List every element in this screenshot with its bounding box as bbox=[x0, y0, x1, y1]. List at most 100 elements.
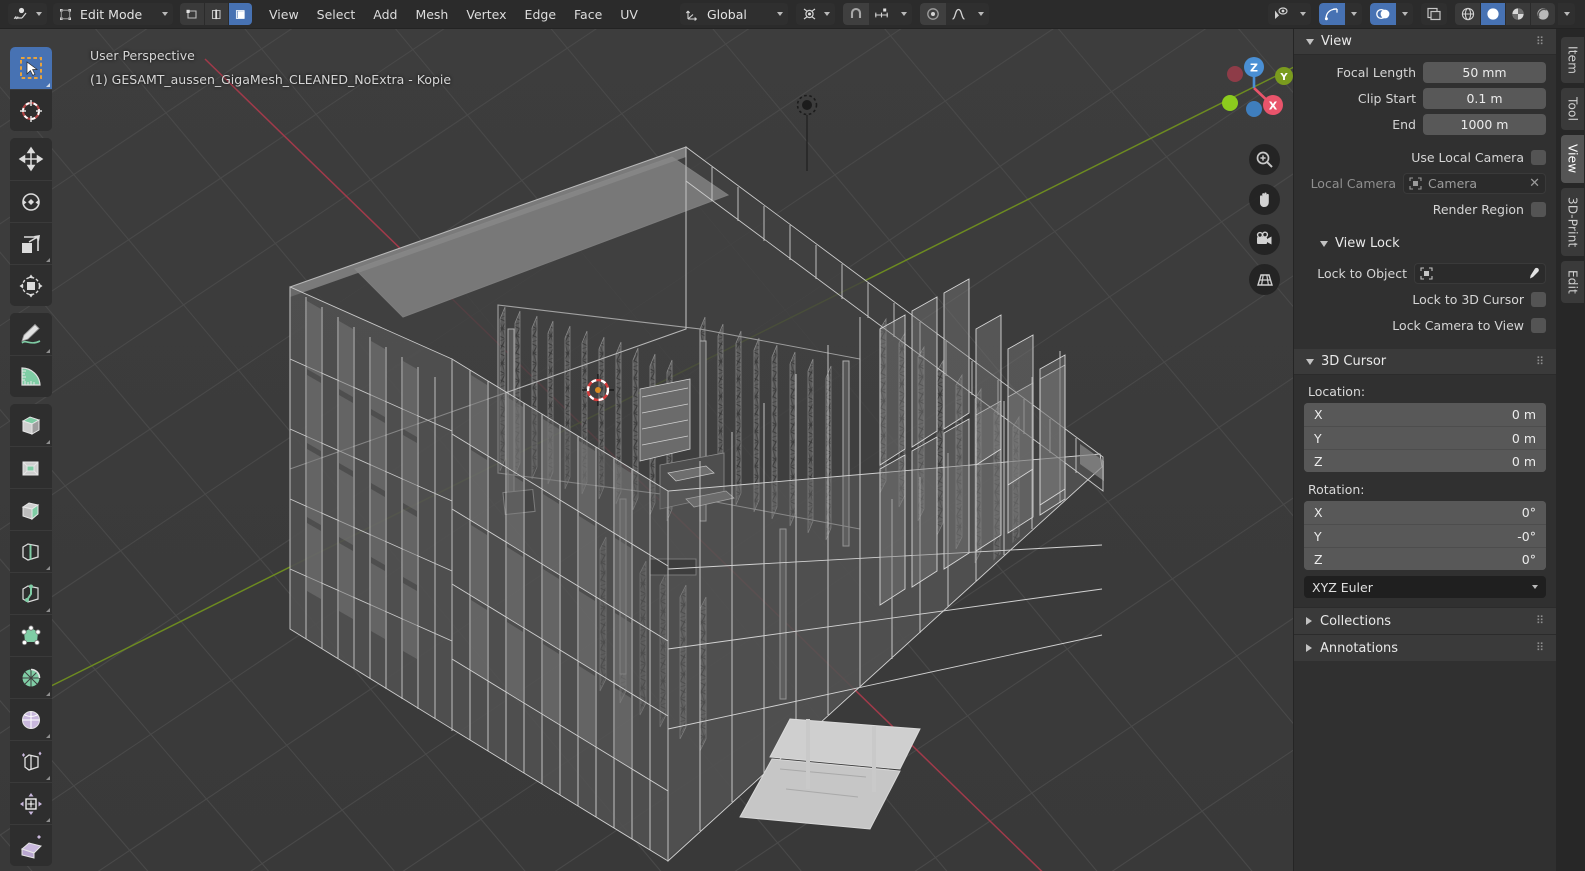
panel-header-collections[interactable]: Collections ⠿ bbox=[1294, 607, 1556, 634]
menu-uv[interactable]: UV bbox=[611, 3, 647, 26]
scale-tool[interactable] bbox=[10, 222, 52, 264]
tab-edit[interactable]: Edit bbox=[1561, 260, 1584, 303]
xray-toggle[interactable] bbox=[1421, 3, 1447, 25]
shading-material-preview[interactable] bbox=[1505, 3, 1530, 25]
pivot-point-selector[interactable] bbox=[795, 3, 835, 25]
row-focal-length: Focal Length 50 mm bbox=[1304, 61, 1546, 84]
menu-add[interactable]: Add bbox=[364, 3, 406, 26]
menu-face[interactable]: Face bbox=[565, 3, 611, 26]
tab-3d-print[interactable]: 3D-Print bbox=[1561, 187, 1584, 256]
field-cursor-location-y[interactable]: Y 0 m bbox=[1304, 426, 1546, 449]
visibility-dropdown[interactable] bbox=[1294, 3, 1311, 25]
chevron-down-icon bbox=[1402, 12, 1408, 16]
panel-title-collections: Collections bbox=[1320, 613, 1392, 629]
panel-header-3d-cursor[interactable]: 3D Cursor ⠿ bbox=[1294, 349, 1556, 375]
menu-vertex[interactable]: Vertex bbox=[457, 3, 515, 26]
toggle-perspective-button[interactable] bbox=[1249, 264, 1280, 295]
tab-item[interactable]: Item bbox=[1561, 37, 1584, 84]
label-cursor-rotation: Rotation: bbox=[1308, 482, 1365, 497]
mode-selector[interactable]: Edit Mode bbox=[53, 3, 173, 25]
light-object[interactable] bbox=[787, 93, 827, 173]
shear-tool[interactable] bbox=[10, 824, 52, 866]
field-cursor-rotation-y[interactable]: Y -0° bbox=[1304, 524, 1546, 547]
inset-faces-tool[interactable] bbox=[10, 446, 52, 488]
panel-header-view-lock[interactable]: View Lock bbox=[1304, 231, 1546, 256]
shading-dropdown[interactable] bbox=[1558, 3, 1575, 25]
rotate-tool[interactable] bbox=[10, 180, 52, 222]
field-clip-end[interactable]: 1000 m bbox=[1423, 114, 1546, 135]
panel-header-view[interactable]: View ⠿ bbox=[1294, 29, 1556, 55]
gizmo-toggle[interactable] bbox=[1319, 3, 1345, 25]
tweak-select-box-tool[interactable] bbox=[10, 47, 52, 89]
field-cursor-rotation-z[interactable]: Z 0° bbox=[1304, 547, 1546, 570]
menu-mesh[interactable]: Mesh bbox=[406, 3, 457, 26]
shading-wireframe[interactable] bbox=[1455, 3, 1480, 25]
menu-select[interactable]: Select bbox=[308, 3, 365, 26]
smooth-tool[interactable] bbox=[10, 698, 52, 740]
field-local-camera[interactable]: Camera ✕ bbox=[1403, 173, 1546, 194]
field-focal-length[interactable]: 50 mm bbox=[1423, 62, 1546, 83]
tab-tool[interactable]: Tool bbox=[1561, 88, 1584, 131]
overlays-dropdown[interactable] bbox=[1396, 3, 1413, 25]
shrink-fatten-tool[interactable] bbox=[10, 782, 52, 824]
label-lock-camera-to-view: Lock Camera to View bbox=[1392, 318, 1524, 333]
transform-orientation-selector[interactable]: Global bbox=[679, 3, 788, 25]
select-rotation-mode[interactable]: XYZ Euler bbox=[1304, 576, 1546, 598]
measure-tool[interactable] bbox=[10, 355, 52, 397]
edge-slide-tool[interactable] bbox=[10, 740, 52, 782]
checkbox-lock-camera-to-view[interactable] bbox=[1531, 318, 1546, 333]
spin-tool[interactable] bbox=[10, 656, 52, 698]
snap-toggle[interactable] bbox=[842, 3, 869, 25]
clear-local-camera-icon[interactable]: ✕ bbox=[1529, 176, 1540, 191]
select-box-icon bbox=[20, 57, 42, 79]
proportional-falloff-selector[interactable] bbox=[945, 3, 972, 25]
navigation-gizmo[interactable]: Z Y X bbox=[1213, 47, 1295, 129]
field-cursor-location-x[interactable]: X 0 m bbox=[1304, 403, 1546, 426]
annotate-tool[interactable] bbox=[10, 313, 52, 355]
face-select-mode[interactable] bbox=[228, 3, 252, 25]
pan-button[interactable] bbox=[1249, 184, 1280, 215]
move-tool[interactable] bbox=[10, 138, 52, 180]
loop-cut-tool[interactable] bbox=[10, 530, 52, 572]
checkbox-render-region[interactable] bbox=[1531, 202, 1546, 217]
field-cursor-rotation-x[interactable]: X 0° bbox=[1304, 501, 1546, 524]
edge-select-mode[interactable] bbox=[204, 3, 228, 25]
transform-icon bbox=[19, 274, 43, 297]
bevel-tool[interactable] bbox=[10, 488, 52, 530]
triangle-down-icon bbox=[1320, 240, 1328, 247]
object-visibility-toggle[interactable] bbox=[1268, 3, 1294, 25]
field-lock-to-object[interactable] bbox=[1414, 263, 1546, 284]
snap-to-selector[interactable] bbox=[868, 3, 895, 25]
camera-view-button[interactable] bbox=[1249, 224, 1280, 255]
menu-edge[interactable]: Edge bbox=[516, 3, 565, 26]
vertex-select-mode[interactable] bbox=[180, 3, 204, 25]
cursor-tool[interactable] bbox=[10, 89, 52, 131]
tool-group-select bbox=[10, 47, 52, 131]
cursor-rotation-fields: X 0° Y -0° Z 0° bbox=[1304, 501, 1546, 570]
tool-variant-corner bbox=[46, 734, 50, 738]
snap-options-dropdown[interactable] bbox=[894, 3, 912, 25]
shading-solid[interactable] bbox=[1480, 3, 1505, 25]
zoom-button[interactable] bbox=[1249, 144, 1280, 175]
field-clip-start[interactable]: 0.1 m bbox=[1423, 88, 1546, 109]
checkbox-use-local-camera[interactable] bbox=[1531, 150, 1546, 165]
proportional-editing-toggle[interactable] bbox=[919, 3, 946, 25]
overlays-toggle[interactable] bbox=[1370, 3, 1396, 25]
field-cursor-location-z[interactable]: Z 0 m bbox=[1304, 449, 1546, 472]
tab-view[interactable]: View bbox=[1561, 135, 1584, 183]
menu-view[interactable]: View bbox=[260, 3, 308, 26]
panel-header-annotations[interactable]: Annotations ⠿ bbox=[1294, 634, 1556, 661]
gizmo-dropdown[interactable] bbox=[1345, 3, 1362, 25]
gizmo-label-y: Y bbox=[1279, 72, 1288, 83]
chevron-down-icon bbox=[1351, 12, 1357, 16]
extrude-region-tool[interactable] bbox=[10, 404, 52, 446]
editor-type-selector[interactable] bbox=[8, 3, 47, 25]
eyedropper-icon[interactable] bbox=[1526, 267, 1540, 281]
label-lock-to-object: Lock to Object bbox=[1317, 266, 1407, 281]
poly-build-tool[interactable] bbox=[10, 614, 52, 656]
transform-tool[interactable] bbox=[10, 264, 52, 306]
checkbox-lock-to-cursor[interactable] bbox=[1531, 292, 1546, 307]
shading-rendered[interactable] bbox=[1530, 3, 1555, 25]
knife-tool[interactable] bbox=[10, 572, 52, 614]
falloff-options-dropdown[interactable] bbox=[971, 3, 989, 25]
